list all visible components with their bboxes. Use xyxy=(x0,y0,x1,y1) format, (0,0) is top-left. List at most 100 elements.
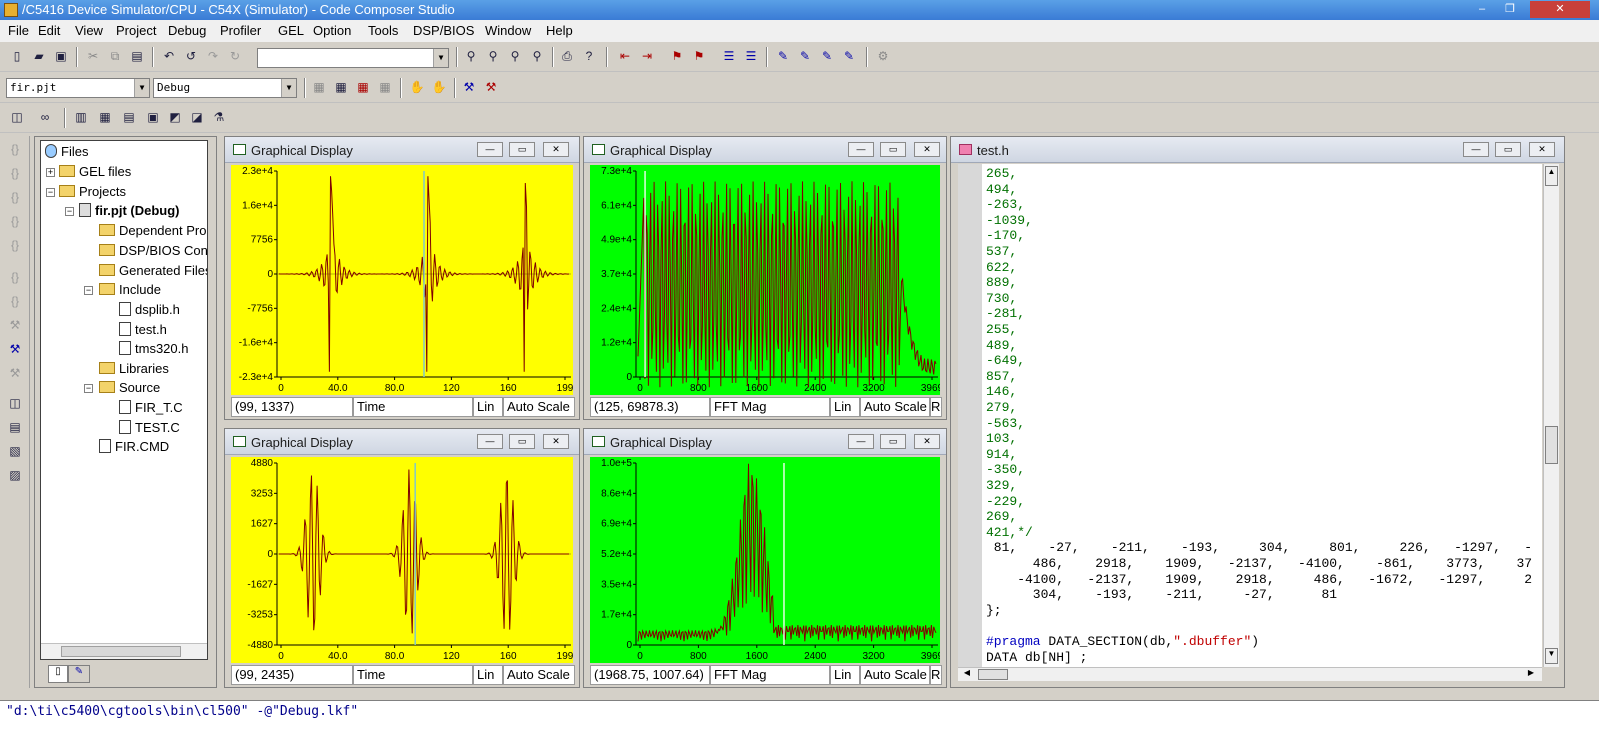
menu-tools[interactable]: Tools xyxy=(368,23,398,38)
code-area[interactable]: 265, 494, -263, -1039, -170, 537, 622, 889, 730,… xyxy=(958,164,1542,667)
find-icon[interactable]: ⚲ xyxy=(462,47,480,65)
call-stack-icon[interactable]: ▨ xyxy=(6,466,24,484)
close-button[interactable]: ✕ xyxy=(1529,142,1555,157)
tree-item-dspbios[interactable]: DSP/BIOS Conf xyxy=(99,242,207,260)
probe-point-icon[interactable]: ✎ xyxy=(818,47,836,65)
graph-icon[interactable]: ◩ xyxy=(166,108,184,126)
restore-button[interactable]: ❐ xyxy=(1496,1,1524,18)
menu-dspbios[interactable]: DSP/BIOS xyxy=(413,23,474,38)
clipboard-icon[interactable]: ▥ xyxy=(72,108,90,126)
scroll-up-arrow[interactable]: ▲ xyxy=(1545,166,1558,186)
chevron-down-icon[interactable]: ▼ xyxy=(433,49,448,67)
stop-build-icon[interactable]: ▦ xyxy=(376,78,394,96)
maximize-button[interactable]: ▭ xyxy=(509,434,535,449)
graph-window-1[interactable]: Graphical Display — ▭ ✕ 2.3e+4 1.6e+4 7756… xyxy=(224,136,580,420)
find-combo[interactable]: ▼ xyxy=(257,48,449,68)
close-button[interactable]: ✕ xyxy=(1530,1,1590,18)
list-numbered-icon[interactable]: ☰ xyxy=(742,47,760,65)
build-icon[interactable]: ▦ xyxy=(332,78,350,96)
close-button[interactable]: ✕ xyxy=(914,434,940,449)
minimize-button[interactable]: — xyxy=(848,434,874,449)
menu-window[interactable]: Window xyxy=(485,23,531,38)
graph-titlebar[interactable]: Graphical Display — ▭ ✕ xyxy=(225,137,579,163)
bookmark-icon[interactable]: ⚑ xyxy=(668,47,686,65)
chevron-down-icon[interactable]: ▼ xyxy=(281,79,296,97)
menu-view[interactable]: View xyxy=(75,23,103,38)
menu-debug[interactable]: Debug xyxy=(168,23,206,38)
set-pc-icon[interactable]: {} xyxy=(6,236,24,254)
animate-icon[interactable]: ⚒ xyxy=(6,364,24,382)
minimize-button[interactable]: – xyxy=(1468,1,1496,18)
open-folder-icon[interactable]: ▰ xyxy=(30,47,48,65)
menu-edit[interactable]: Edit xyxy=(38,23,60,38)
rebuild-icon[interactable]: ▦ xyxy=(354,78,372,96)
tree-item-dependent[interactable]: Dependent Pro xyxy=(99,222,206,240)
file-view-tab[interactable]: ▯ xyxy=(48,665,68,683)
registers-icon[interactable]: ▤ xyxy=(120,108,138,126)
tree-file-fir-t[interactable]: FIR_T.C xyxy=(119,399,183,417)
step-out-icon[interactable]: {} xyxy=(6,188,24,206)
tree-file-test-c[interactable]: TEST.C xyxy=(119,419,180,437)
redo-list-icon[interactable]: ↻ xyxy=(226,47,244,65)
toggle-breakpoint-icon[interactable]: ✎ xyxy=(796,47,814,65)
scroll-right-arrow[interactable]: ▶ xyxy=(1524,668,1538,681)
menu-option[interactable]: Option xyxy=(313,23,351,38)
scroll-left-arrow[interactable]: ◀ xyxy=(960,668,974,681)
menu-project[interactable]: Project xyxy=(116,23,156,38)
menu-file[interactable]: File xyxy=(8,23,29,38)
scroll-thumb[interactable] xyxy=(1545,426,1558,464)
tree-horizontal-scrollbar[interactable] xyxy=(41,643,207,659)
debug-remove-icon[interactable]: ⚒ xyxy=(482,78,500,96)
graph-titlebar[interactable]: Graphical Display — ▭ ✕ xyxy=(584,429,946,455)
debug-tool-icon[interactable]: ⚒ xyxy=(460,78,478,96)
memory-icon[interactable]: ▣ xyxy=(144,108,162,126)
step-into-icon[interactable]: {} xyxy=(6,140,24,158)
find-prev-icon[interactable]: ⚲ xyxy=(506,47,524,65)
graph-window-4[interactable]: Graphical Display — ▭ ✕ 1.0e+5 8.6e+4 6.9e… xyxy=(583,428,947,688)
bookmark-next-icon[interactable]: ⚑ xyxy=(690,47,708,65)
undo-icon[interactable]: ↶ xyxy=(160,47,178,65)
maximize-button[interactable]: ▭ xyxy=(509,142,535,157)
options-icon[interactable]: ⚙ xyxy=(874,47,892,65)
cut-icon[interactable]: ✂ xyxy=(84,47,102,65)
minimize-button[interactable]: — xyxy=(1463,142,1489,157)
close-button[interactable]: ✕ xyxy=(543,142,569,157)
disassembly-icon[interactable]: ▧ xyxy=(6,442,24,460)
undo-list-icon[interactable]: ↺ xyxy=(182,47,200,65)
time-plot-1[interactable]: 2.3e+4 1.6e+4 7756 0 -7756 -1.6e+4 -2.3e+4 0 40.… xyxy=(231,165,574,395)
find-in-files-icon[interactable]: ⚲ xyxy=(528,47,546,65)
step-over-icon[interactable]: {} xyxy=(6,164,24,182)
editor-horizontal-scrollbar[interactable]: ◀ ▶ xyxy=(958,667,1542,681)
graph-titlebar[interactable]: Graphical Display — ▭ ✕ xyxy=(225,429,579,455)
close-button[interactable]: ✕ xyxy=(914,142,940,157)
tree-file-tms320[interactable]: tms320.h xyxy=(119,340,188,358)
maximize-button[interactable]: ▭ xyxy=(880,142,906,157)
memory-view-icon[interactable]: ▤ xyxy=(6,418,24,436)
copy-icon[interactable]: ⧉ xyxy=(106,47,124,65)
halt-icon[interactable]: ⚒ xyxy=(6,340,24,358)
tree-item-gel-files[interactable]: GEL files xyxy=(59,163,131,181)
run-icon[interactable]: ⚒ xyxy=(6,316,24,334)
collapse-icon[interactable]: − xyxy=(65,207,74,216)
expand-icon[interactable]: + xyxy=(46,168,55,177)
collapse-icon[interactable]: − xyxy=(84,384,93,393)
tree-root-files[interactable]: Files xyxy=(45,143,88,161)
graph-window-3[interactable]: Graphical Display — ▭ ✕ 4880 3253 1627 0 -16… xyxy=(224,428,580,688)
watch-icon[interactable]: ∞ xyxy=(36,108,54,126)
close-button[interactable]: ✕ xyxy=(543,434,569,449)
editor-vertical-scrollbar[interactable]: ▲ ▼ xyxy=(1543,164,1559,667)
registers-view-icon[interactable]: ◫ xyxy=(6,394,24,412)
outdent-icon[interactable]: ⇤ xyxy=(616,47,634,65)
indent-icon[interactable]: ⇥ xyxy=(638,47,656,65)
halt-hand-icon[interactable]: ✋ xyxy=(408,78,426,96)
graph-view-icon[interactable]: ◫ xyxy=(8,108,26,126)
new-file-icon[interactable]: ▯ xyxy=(8,47,26,65)
save-icon[interactable]: ▣ xyxy=(52,47,70,65)
editor-titlebar[interactable]: test.h — ▭ ✕ xyxy=(951,137,1564,163)
asm-step-icon[interactable]: {} xyxy=(6,268,24,286)
tree-file-dsplib[interactable]: dsplib.h xyxy=(119,301,180,319)
maximize-button[interactable]: ▭ xyxy=(880,434,906,449)
microscope-icon[interactable]: ⚗ xyxy=(210,108,228,126)
paste-icon[interactable]: ▤ xyxy=(128,47,146,65)
run-to-cursor-icon[interactable]: {} xyxy=(6,212,24,230)
